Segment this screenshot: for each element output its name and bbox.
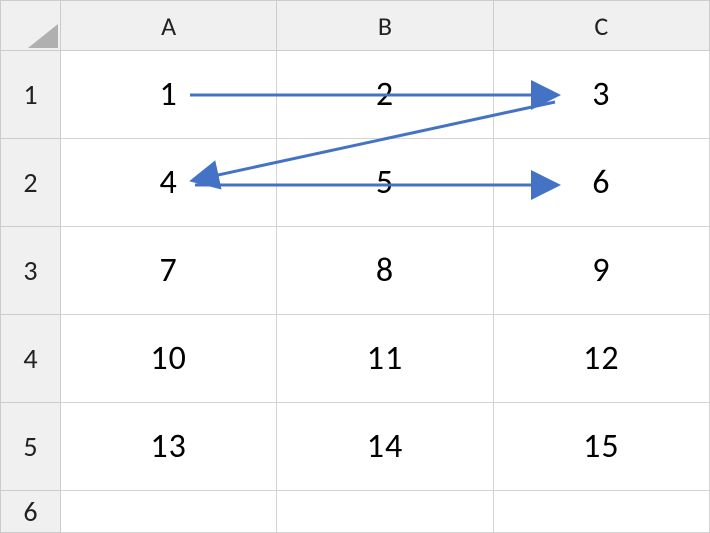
cell-C2[interactable]: 6 — [493, 139, 709, 227]
column-header-B[interactable]: B — [277, 1, 493, 51]
cell-A1[interactable]: 1 — [61, 51, 277, 139]
cell-A6[interactable] — [61, 491, 277, 533]
row-header-5[interactable]: 5 — [1, 403, 61, 491]
cell-B4[interactable]: 11 — [277, 315, 493, 403]
cell-A3[interactable]: 7 — [61, 227, 277, 315]
cell-B5[interactable]: 14 — [277, 403, 493, 491]
cell-C1[interactable]: 3 — [493, 51, 709, 139]
cell-A4[interactable]: 10 — [61, 315, 277, 403]
row-header-2[interactable]: 2 — [1, 139, 61, 227]
cell-C3[interactable]: 9 — [493, 227, 709, 315]
column-header-A[interactable]: A — [61, 1, 277, 51]
row-header-1[interactable]: 1 — [1, 51, 61, 139]
cell-C4[interactable]: 12 — [493, 315, 709, 403]
cell-A5[interactable]: 13 — [61, 403, 277, 491]
spreadsheet-grid[interactable]: A B C 1 1 2 3 2 4 5 6 3 7 8 9 4 10 11 12 — [0, 0, 710, 533]
cell-A2[interactable]: 4 — [61, 139, 277, 227]
cell-B2[interactable]: 5 — [277, 139, 493, 227]
cell-C5[interactable]: 15 — [493, 403, 709, 491]
select-all-corner[interactable] — [1, 1, 61, 51]
cell-B6[interactable] — [277, 491, 493, 533]
cell-C6[interactable] — [493, 491, 709, 533]
column-header-C[interactable]: C — [493, 1, 709, 51]
cell-B3[interactable]: 8 — [277, 227, 493, 315]
cell-B1[interactable]: 2 — [277, 51, 493, 139]
row-header-3[interactable]: 3 — [1, 227, 61, 315]
row-header-6[interactable]: 6 — [1, 491, 61, 533]
row-header-4[interactable]: 4 — [1, 315, 61, 403]
